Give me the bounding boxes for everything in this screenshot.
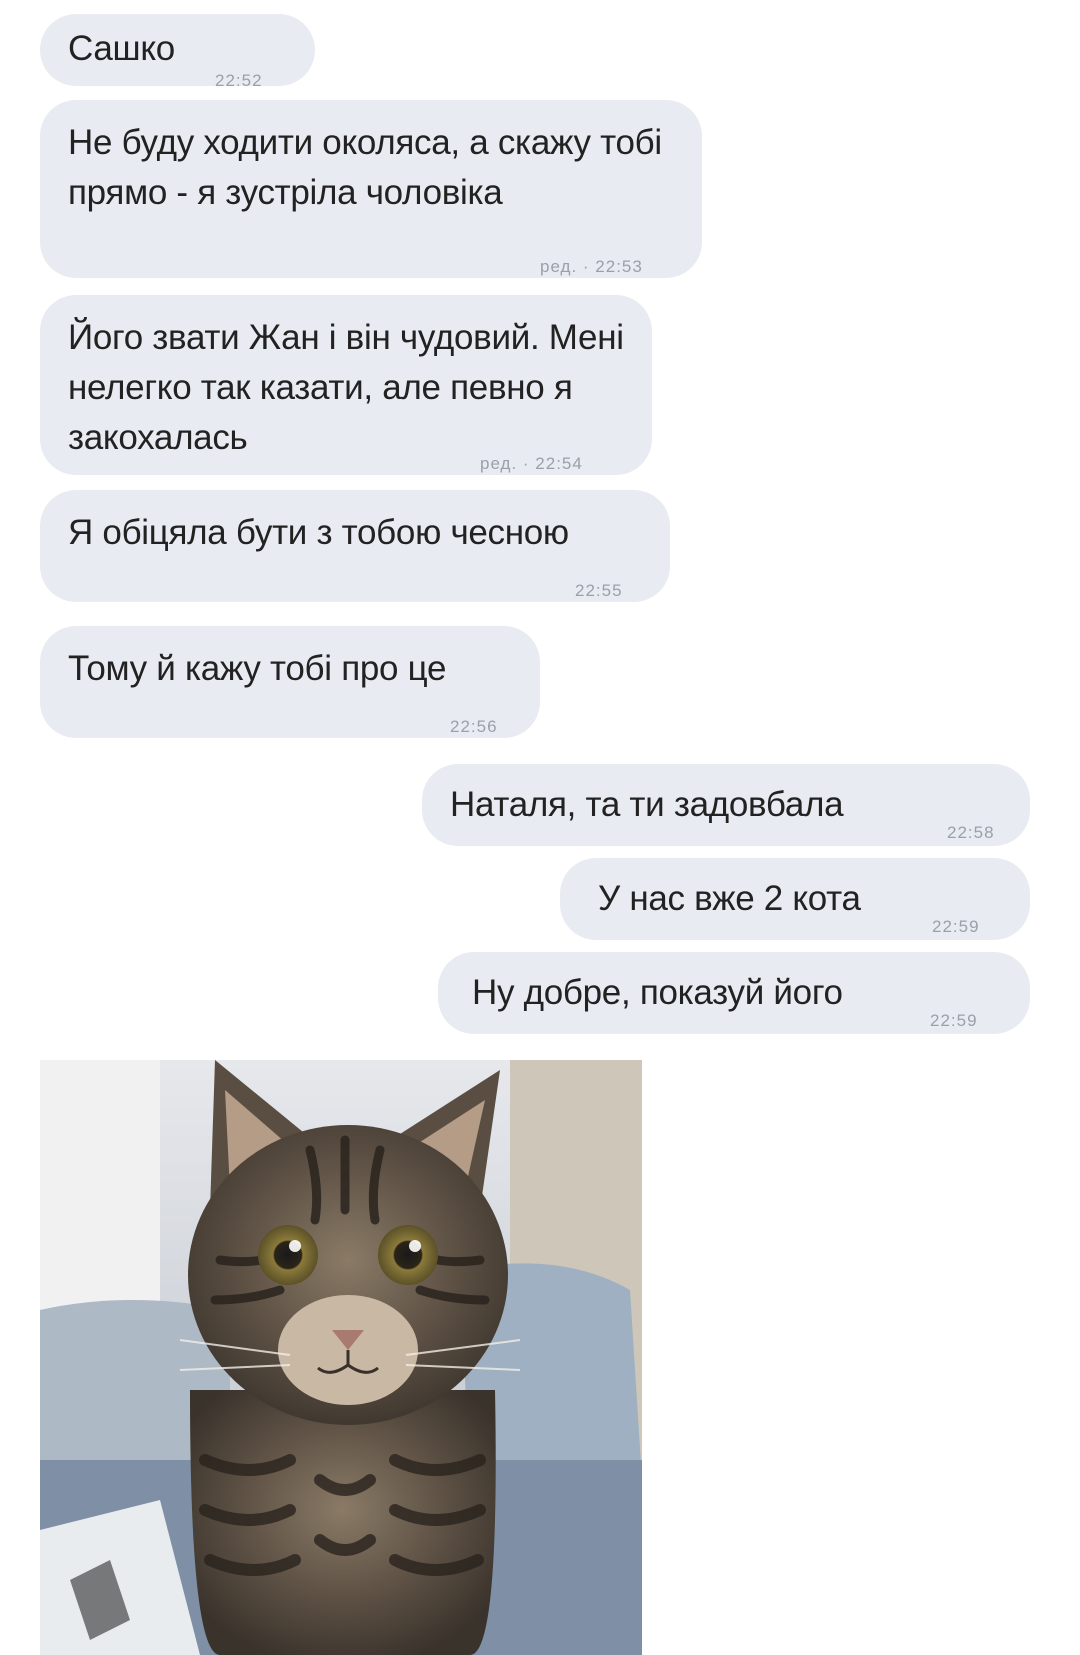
incoming-message-5[interactable]: Тому й кажу тобі про це 22:56 xyxy=(40,626,540,738)
message-time: ред. · 22:53 xyxy=(540,257,643,276)
message-text: Наталя, та ти задовбала xyxy=(450,785,844,824)
message-time: 22:52 xyxy=(215,71,263,90)
message-text: У нас вже 2 кота xyxy=(598,879,861,918)
outgoing-message-3[interactable]: Ну добре, показуй його 22:59 xyxy=(438,952,1030,1034)
message-text: Тому й кажу тобі про це xyxy=(68,649,447,688)
cat-image xyxy=(40,1060,642,1655)
message-time: 22:55 xyxy=(575,581,623,600)
message-time: ред. · 22:54 xyxy=(480,454,583,473)
incoming-message-1[interactable]: Сашко 22:52 xyxy=(40,14,315,90)
incoming-message-4[interactable]: Я обіцяла бути з тобою чесною 22:55 xyxy=(40,490,670,602)
message-time: 22:56 xyxy=(450,717,498,736)
incoming-message-2[interactable]: Не буду ходити околяса, а скажу тобі пря… xyxy=(40,100,702,278)
message-text: Не буду ходити околяса, а скажу тобі пря… xyxy=(68,123,662,212)
message-text: Сашко xyxy=(68,29,175,68)
message-time: 22:59 xyxy=(932,917,980,936)
outgoing-message-2[interactable]: У нас вже 2 кота 22:59 xyxy=(560,858,1030,940)
message-text: Я обіцяла бути з тобою чесною xyxy=(68,513,569,552)
outgoing-message-1[interactable]: Наталя, та ти задовбала 22:58 xyxy=(422,764,1030,846)
incoming-message-3[interactable]: Його звати Жан і він чудовий. Мені нелег… xyxy=(40,295,652,475)
message-time: 22:58 xyxy=(947,823,995,842)
message-time: 22:59 xyxy=(930,1011,978,1030)
message-text: Ну добре, показуй його xyxy=(472,973,843,1012)
cat-photo[interactable] xyxy=(40,1060,642,1655)
